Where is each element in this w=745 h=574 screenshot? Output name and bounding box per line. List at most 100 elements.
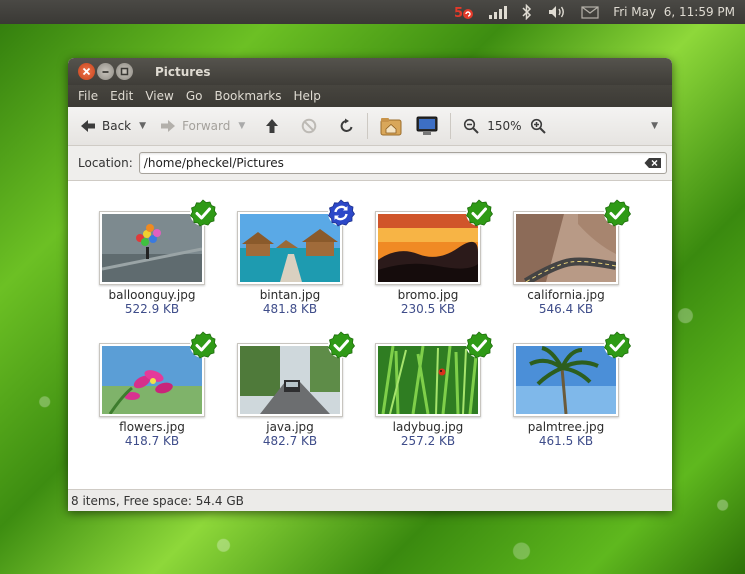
- file-size: 481.8 KB: [262, 302, 318, 316]
- toolbar: Back ▼ Forward ▼ 150% ▼: [68, 107, 672, 146]
- file-thumbnail[interactable]: [513, 199, 631, 286]
- location-input[interactable]: /home/pheckel/Pictures: [138, 152, 667, 174]
- file-item-java[interactable]: java.jpg 482.7 KB: [230, 331, 355, 448]
- file-size: 257.2 KB: [400, 434, 456, 448]
- thumbnail-image: [240, 346, 340, 414]
- thumbnail-image: [378, 345, 478, 415]
- toolbar-overflow-button[interactable]: ▼: [645, 112, 662, 140]
- thumbnail-image: [516, 214, 617, 286]
- clear-location-icon[interactable]: [644, 157, 662, 169]
- thumbnail-image: [516, 346, 616, 415]
- file-thumbnail[interactable]: [237, 199, 355, 285]
- file-size: 230.5 KB: [400, 302, 456, 316]
- mail-envelope-icon[interactable]: [581, 3, 599, 21]
- reload-icon: [340, 118, 353, 132]
- file-thumbnail[interactable]: [513, 331, 631, 417]
- chevron-down-icon: ▼: [238, 121, 246, 131]
- file-item-ladybug[interactable]: ladybug.jpg 257.2 KB: [368, 331, 493, 448]
- location-bar: Location: /home/pheckel/Pictures: [68, 146, 672, 181]
- check-emblem-icon: [328, 331, 355, 359]
- file-grid: balloonguy.jpg 522.9 KB bintan.jpg 481.8…: [68, 181, 672, 490]
- check-emblem-icon: [190, 331, 217, 359]
- menu-view[interactable]: View: [139, 89, 179, 103]
- reload-button[interactable]: [335, 112, 359, 140]
- menu-file[interactable]: File: [72, 89, 104, 103]
- back-arrow-icon: [81, 120, 95, 132]
- check-emblem-icon: [466, 199, 493, 227]
- thumbnail-image: [240, 214, 340, 282]
- file-thumbnail[interactable]: [237, 331, 355, 417]
- stop-icon: [301, 118, 317, 134]
- location-value: /home/pheckel/Pictures: [143, 156, 284, 170]
- location-label: Location:: [78, 156, 133, 170]
- file-name: ladybug.jpg: [392, 420, 464, 434]
- forward-label: Forward: [182, 119, 231, 133]
- panel-clock[interactable]: Fri May 6, 11:59 PM: [613, 5, 735, 19]
- file-item-bromo[interactable]: bromo.jpg 230.5 KB: [368, 199, 493, 316]
- file-thumbnail[interactable]: [99, 331, 217, 417]
- svg-text:5: 5: [454, 6, 463, 21]
- file-size: 482.7 KB: [262, 434, 318, 448]
- file-thumbnail[interactable]: [375, 331, 493, 417]
- window-titlebar[interactable]: Pictures: [68, 58, 672, 85]
- check-emblem-icon: [604, 331, 631, 359]
- zoom-in-icon: [530, 118, 546, 134]
- file-item-bintan[interactable]: bintan.jpg 481.8 KB: [230, 199, 355, 316]
- back-history-dropdown[interactable]: ▼: [135, 112, 148, 140]
- file-item-california[interactable]: california.jpg 546.4 KB: [506, 199, 631, 316]
- minimize-icon: [102, 71, 109, 73]
- menubar: File Edit View Go Bookmarks Help: [68, 85, 672, 107]
- computer-button[interactable]: [412, 112, 442, 140]
- top-panel: 5 Fri May 6, 11:59 PM: [0, 0, 745, 24]
- zoom-level[interactable]: 150%: [483, 119, 525, 133]
- zoom-out-button[interactable]: [459, 112, 483, 140]
- forward-button[interactable]: Forward: [156, 112, 234, 140]
- window-title: Pictures: [155, 64, 211, 79]
- up-button[interactable]: [261, 112, 283, 140]
- volume-icon[interactable]: [547, 3, 567, 21]
- file-size: 461.5 KB: [538, 434, 594, 448]
- menu-bookmarks[interactable]: Bookmarks: [208, 89, 287, 103]
- minimize-window-button[interactable]: [97, 63, 114, 80]
- toolbar-separator: [450, 113, 452, 139]
- system-tray: 5 Fri May 6, 11:59 PM: [453, 3, 745, 21]
- up-arrow-icon: [266, 119, 279, 133]
- forward-history-dropdown[interactable]: ▼: [234, 112, 247, 140]
- file-item-flowers[interactable]: flowers.jpg 418.7 KB: [92, 331, 217, 448]
- check-emblem-icon: [190, 199, 217, 227]
- window-controls: [78, 63, 133, 80]
- file-manager-window: Pictures File Edit View Go Bookmarks Hel…: [68, 58, 672, 511]
- status-text: 8 items, Free space: 54.4 GB: [71, 493, 244, 508]
- menu-help[interactable]: Help: [288, 89, 327, 103]
- file-name: bintan.jpg: [259, 288, 321, 302]
- file-name: flowers.jpg: [119, 420, 185, 434]
- statusbar: 8 items, Free space: 54.4 GB: [68, 489, 672, 511]
- stop-button[interactable]: [297, 112, 321, 140]
- thumbnail-image: [101, 214, 203, 282]
- bluetooth-icon[interactable]: [521, 3, 533, 21]
- chevron-down-icon: ▼: [139, 121, 147, 131]
- file-size: 546.4 KB: [538, 302, 594, 316]
- computer-monitor-icon: [416, 116, 438, 135]
- file-name: bromo.jpg: [397, 288, 459, 302]
- forward-arrow-icon: [161, 120, 176, 132]
- sync-indicator-icon[interactable]: 5: [453, 3, 475, 21]
- back-button[interactable]: Back: [76, 112, 135, 140]
- check-emblem-icon: [604, 199, 631, 227]
- maximize-window-button[interactable]: [116, 63, 133, 80]
- file-thumbnail[interactable]: [375, 199, 493, 285]
- back-label: Back: [102, 119, 132, 133]
- network-signal-icon[interactable]: [489, 3, 508, 21]
- menu-go[interactable]: Go: [180, 89, 209, 103]
- home-button[interactable]: [376, 112, 406, 140]
- close-window-button[interactable]: [78, 63, 95, 80]
- file-item-balloonguy[interactable]: balloonguy.jpg 522.9 KB: [92, 199, 217, 316]
- thumbnail-image: [102, 346, 202, 415]
- file-item-palmtree[interactable]: palmtree.jpg 461.5 KB: [506, 331, 631, 448]
- check-emblem-icon: [466, 331, 493, 359]
- zoom-in-button[interactable]: [526, 112, 550, 140]
- icon-view[interactable]: balloonguy.jpg 522.9 KB bintan.jpg 481.8…: [68, 181, 672, 490]
- menu-edit[interactable]: Edit: [104, 89, 139, 103]
- file-thumbnail[interactable]: [99, 199, 217, 285]
- file-size: 522.9 KB: [124, 302, 180, 316]
